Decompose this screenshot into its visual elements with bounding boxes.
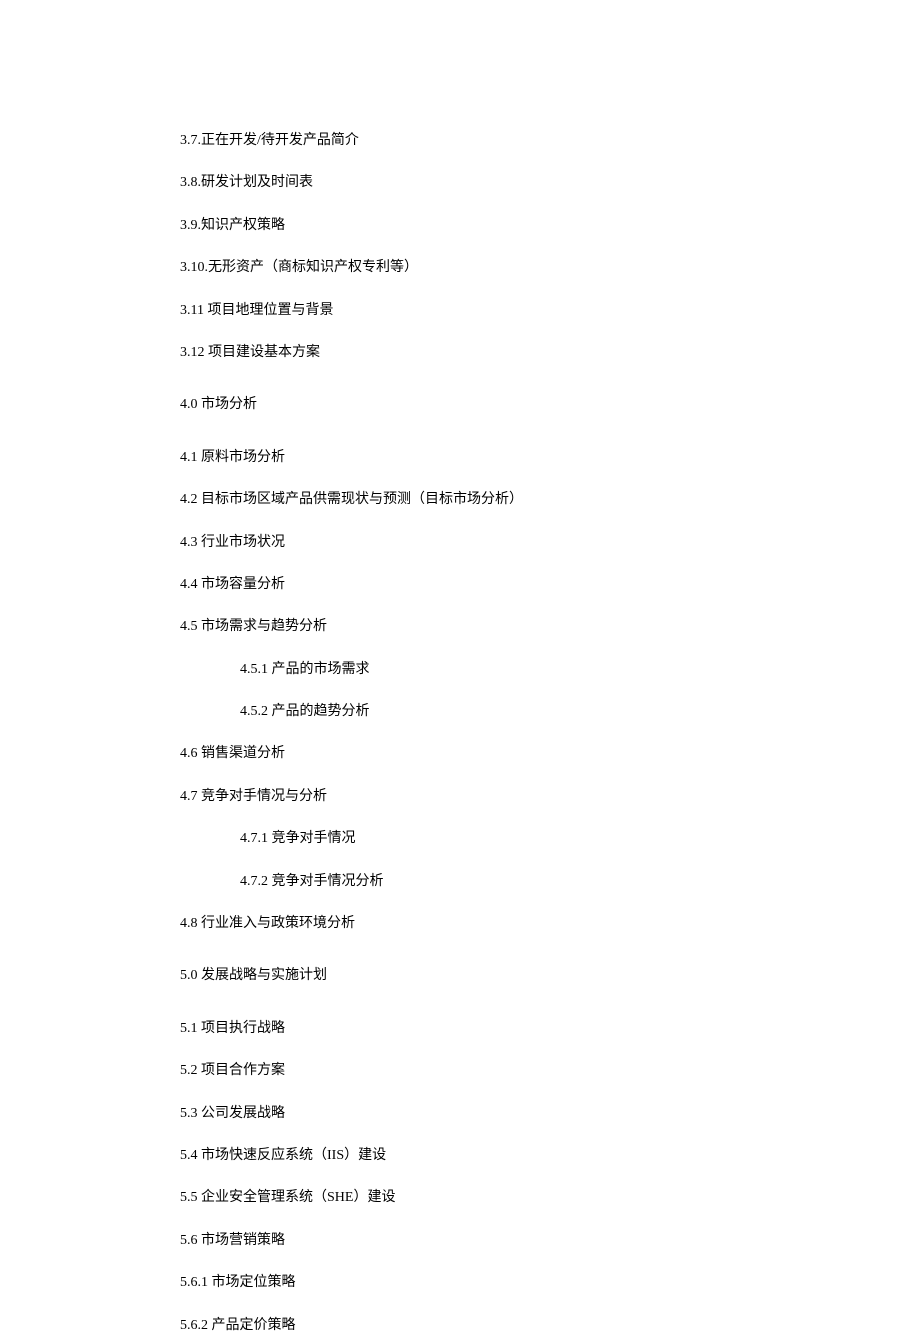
outline-item: 3.10.无形资产（商标知识产权专利等） [180,257,920,279]
outline-item: 4.7 竞争对手情况与分析 [180,786,920,808]
outline-item: 5.2 项目合作方案 [180,1060,920,1082]
outline-item: 5.5 企业安全管理系统（SHE）建设 [180,1187,920,1209]
outline-item: 4.1 原料市场分析 [180,447,920,469]
outline-heading: 4.0 市场分析 [180,394,920,416]
outline-subitem: 4.7.1 竞争对手情况 [240,828,920,850]
outline-item: 4.4 市场容量分析 [180,574,920,596]
outline-item: 3.12 项目建设基本方案 [180,342,920,364]
outline-heading: 5.0 发展战略与实施计划 [180,965,920,987]
outline-item: 5.4 市场快速反应系统（IIS）建设 [180,1145,920,1167]
outline-item: 5.6.2 产品定价策略 [180,1315,920,1337]
outline-item: 3.8.研发计划及时间表 [180,172,920,194]
outline-item: 5.6.1 市场定位策略 [180,1272,920,1294]
outline-item: 5.3 公司发展战略 [180,1103,920,1125]
outline-item: 4.2 目标市场区域产品供需现状与预测（目标市场分析） [180,489,920,511]
outline-item: 3.7.正在开发/待开发产品简介 [180,130,920,152]
outline-item: 4.8 行业准入与政策环境分析 [180,913,920,935]
outline-item: 5.1 项目执行战略 [180,1018,920,1040]
outline-item: 4.6 销售渠道分析 [180,743,920,765]
outline-subitem: 4.7.2 竞争对手情况分析 [240,871,920,893]
outline-item: 3.9.知识产权策略 [180,215,920,237]
outline-subitem: 4.5.2 产品的趋势分析 [240,701,920,723]
outline-subitem: 4.5.1 产品的市场需求 [240,659,920,681]
outline-content: 3.7.正在开发/待开发产品简介 3.8.研发计划及时间表 3.9.知识产权策略… [0,130,920,1337]
outline-item: 4.3 行业市场状况 [180,532,920,554]
outline-item: 3.11 项目地理位置与背景 [180,300,920,322]
outline-item: 4.5 市场需求与趋势分析 [180,616,920,638]
outline-item: 5.6 市场营销策略 [180,1230,920,1252]
